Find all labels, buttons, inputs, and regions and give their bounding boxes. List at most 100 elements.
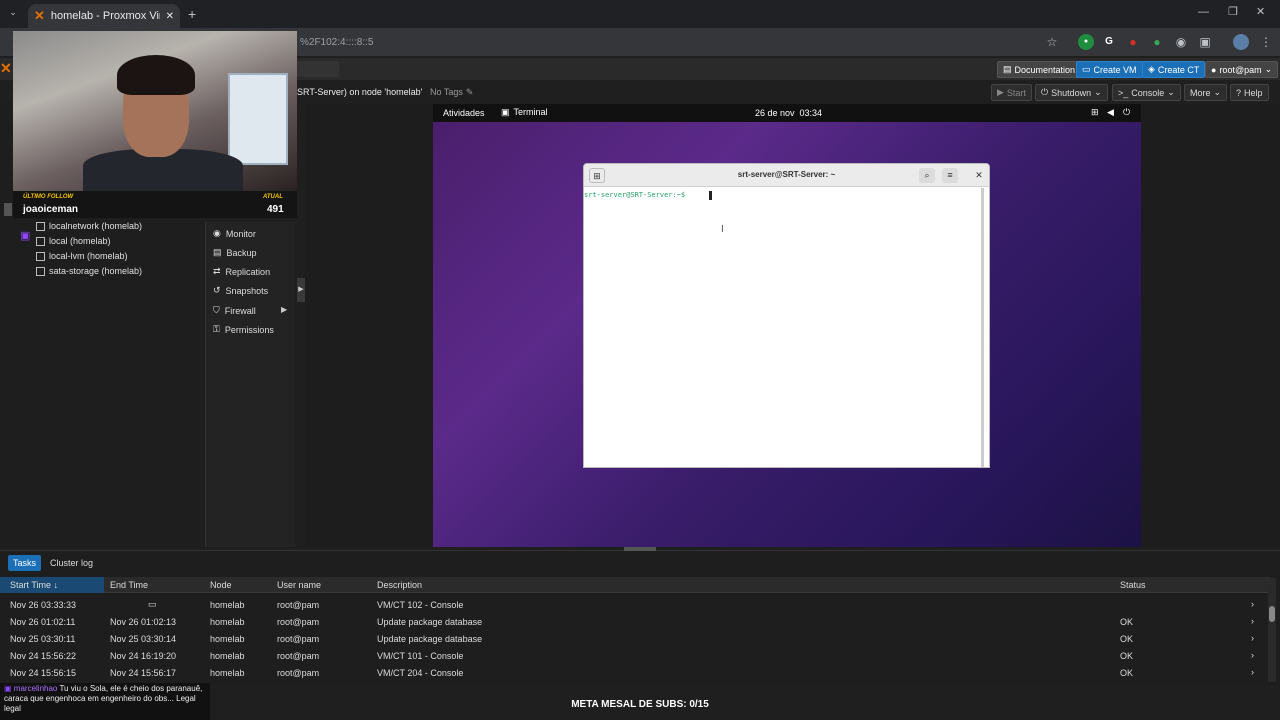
volume-icon[interactable]: ◀ <box>1107 107 1114 118</box>
create-vm-button[interactable]: ▭ Create VM <box>1076 61 1143 78</box>
hamburger-menu-icon[interactable]: ≡ <box>942 168 958 183</box>
restore-icon[interactable]: ❐ <box>1228 5 1238 18</box>
camera-extension-icon[interactable]: ◉ <box>1173 34 1189 50</box>
terminal-scrollbar[interactable] <box>981 188 984 467</box>
browser-tab[interactable]: ✕ homelab - Proxmox Virtual Env ✕ <box>28 4 180 28</box>
network-icon[interactable]: ⊞ <box>1091 107 1099 118</box>
record-extension-icon[interactable]: ● <box>1125 34 1141 50</box>
column-node[interactable]: Node <box>210 580 232 590</box>
submenu-permissions[interactable]: ⚿ Permissions <box>213 324 274 335</box>
follow-label: ÚLTIMO FOLLOW <box>23 194 74 200</box>
help-button[interactable]: ? Help <box>1230 84 1269 101</box>
grammarly-icon[interactable]: G <box>1101 34 1117 50</box>
collapse-handle[interactable]: ▶ <box>297 278 305 302</box>
mouse-pointer-icon: ↖ <box>699 208 710 222</box>
clock[interactable]: 26 de nov 03:34 <box>755 108 822 118</box>
table-row[interactable]: Nov 24 15:56:22 Nov 24 16:19:20 homelab … <box>0 649 1270 665</box>
follow-name: joaoiceman <box>23 204 79 215</box>
tab-tasks[interactable]: Tasks <box>8 555 42 571</box>
column-description[interactable]: Description <box>377 580 422 590</box>
end-time-cell: Nov 24 15:56:17 <box>110 668 177 678</box>
extensions-puzzle-icon[interactable]: ▣ <box>1197 34 1213 50</box>
user-cell: root@pam <box>277 634 320 644</box>
row-chevron-right-icon[interactable]: › <box>1251 633 1254 643</box>
node-cell: homelab <box>210 617 245 627</box>
tasks-scrollbar[interactable] <box>1268 578 1276 682</box>
pencil-icon[interactable]: ✎ <box>466 87 474 98</box>
vm-title: SRT-Server) on node 'homelab' <box>297 87 423 97</box>
row-chevron-right-icon[interactable]: › <box>1251 650 1254 660</box>
column-start-time[interactable]: Start Time ↓ <box>10 580 58 590</box>
floppy-icon: ▤ <box>213 247 222 257</box>
sort-arrow-down-icon: ↓ <box>53 580 59 590</box>
browser-menu-icon[interactable]: ⋮ <box>1258 34 1274 50</box>
extension-icon[interactable]: ● <box>1078 34 1094 50</box>
grid-icon <box>36 221 45 231</box>
tab-cluster-log[interactable]: Cluster log <box>45 555 98 571</box>
table-row[interactable]: Nov 25 03:30:11 Nov 25 03:30:14 homelab … <box>0 632 1270 648</box>
tree-item-local-lvm[interactable]: local-lvm (homelab) <box>36 251 128 261</box>
submenu-monitor[interactable]: ◉ Monitor <box>213 228 256 239</box>
table-row[interactable]: Nov 24 15:56:15 Nov 24 15:56:17 homelab … <box>0 666 1270 682</box>
close-window-icon[interactable]: ✕ <box>1256 5 1265 18</box>
column-end-time[interactable]: End Time <box>110 580 148 590</box>
row-chevron-right-icon[interactable]: › <box>1251 667 1254 677</box>
tasks-scrollbar-thumb[interactable] <box>1269 606 1275 622</box>
tasks-table-header <box>0 577 1270 593</box>
end-time-cell: Nov 25 03:30:14 <box>110 634 177 644</box>
activities-button[interactable]: Atividades <box>443 108 485 118</box>
column-status[interactable]: Status <box>1120 580 1146 590</box>
start-time-cell: Nov 24 15:56:15 <box>10 668 77 678</box>
twitch-icon: ▣ <box>20 230 31 242</box>
close-icon[interactable]: ✕ <box>971 168 987 183</box>
proxmox-favicon-icon: ✕ <box>34 8 45 23</box>
bookmark-star-icon[interactable]: ☆ <box>1044 34 1060 50</box>
terminal-icon: ▣ <box>501 107 510 117</box>
minimize-icon[interactable]: — <box>1198 6 1209 18</box>
terminal-cursor <box>709 191 712 200</box>
row-chevron-right-icon[interactable]: › <box>1251 599 1254 609</box>
url-field[interactable]: %2F102:4::::8::5 <box>300 37 373 48</box>
tab-search-icon[interactable]: ⌄ <box>6 7 20 21</box>
terminal-window[interactable]: ⊞ srt-server@SRT-Server: ~ ⌕ ≡ ✕ srt-ser… <box>583 163 990 468</box>
table-row[interactable]: Nov 26 01:02:11 Nov 26 01:02:13 homelab … <box>0 615 1270 631</box>
tasks-table-body: Nov 26 03:33:33 ▭ homelab root@pam VM/CT… <box>0 598 1270 682</box>
panel-resize-handle[interactable] <box>624 547 656 551</box>
table-row[interactable]: Nov 26 03:33:33 ▭ homelab root@pam VM/CT… <box>0 598 1270 614</box>
column-user-name[interactable]: User name <box>277 580 321 590</box>
power-icon: ⏻ <box>1041 87 1049 97</box>
tree-item-local[interactable]: local (homelab) <box>36 236 111 246</box>
terminal-app-menu[interactable]: ▣ Terminal <box>501 107 548 118</box>
end-time-cell: Nov 26 01:02:13 <box>110 617 177 627</box>
search-icon[interactable]: ⌕ <box>919 168 935 183</box>
power-icon[interactable]: ⏻ <box>1123 107 1130 118</box>
node-cell: homelab <box>210 634 245 644</box>
console-button[interactable]: >_ Console ⌄ <box>1112 84 1181 101</box>
tree-item-localnetwork[interactable]: localnetwork (homelab) <box>36 221 142 231</box>
user-menu-button[interactable]: ● root@pam ⌄ <box>1205 61 1279 78</box>
tree-item-sata-storage[interactable]: sata-storage (homelab) <box>36 266 142 276</box>
tags-field[interactable]: No Tags ✎ <box>430 87 473 98</box>
shutdown-button[interactable]: ⏻ Shutdown ⌄ <box>1035 84 1108 101</box>
submenu-backup[interactable]: ▤ Backup <box>213 247 257 258</box>
description-cell: VM/CT 102 - Console <box>377 600 464 610</box>
row-chevron-right-icon[interactable]: › <box>1251 616 1254 626</box>
close-tab-icon[interactable]: ✕ <box>166 11 174 22</box>
documentation-button[interactable]: ▤ Documentation <box>997 61 1082 78</box>
submenu-firewall[interactable]: ⛉ Firewall <box>213 305 256 316</box>
submenu-snapshots[interactable]: ↺ Snapshots <box>213 285 268 296</box>
start-button[interactable]: ▶ Start <box>991 84 1032 101</box>
new-tab-icon[interactable]: + <box>188 6 196 22</box>
unlock-icon: ⚿ <box>213 324 220 334</box>
profile-avatar[interactable] <box>1233 34 1249 50</box>
search-input[interactable] <box>297 61 339 77</box>
create-ct-button[interactable]: ◈ Create CT <box>1142 61 1206 78</box>
database-icon <box>36 251 45 261</box>
green-extension-icon[interactable]: ● <box>1149 34 1165 50</box>
submenu-replication[interactable]: ⇄ Replication <box>213 266 270 277</box>
database-icon <box>36 266 45 276</box>
status-cell: OK <box>1120 651 1134 661</box>
description-cell: Update package database <box>377 617 483 627</box>
more-button[interactable]: More ⌄ <box>1184 84 1228 101</box>
shell-prompt: srt-server@SRT-Server:~$ <box>584 191 686 199</box>
